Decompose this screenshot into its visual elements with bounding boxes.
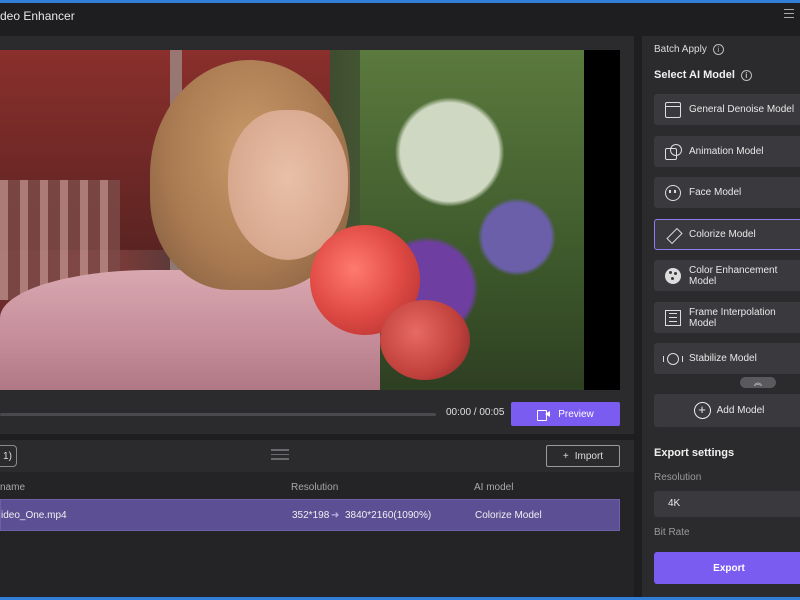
file-list-header: name Resolution AI model [0,478,634,498]
import-label: Import [574,450,604,462]
model-label: Animation Model [689,146,764,157]
model-label: Colorize Model [689,229,756,240]
drag-handle-icon[interactable] [271,449,289,463]
model-frame-interpolation[interactable]: Frame Interpolation Model [654,302,800,333]
add-model-label: Add Model [716,405,765,416]
batch-apply-label: Batch Apply [654,44,707,55]
file-count-button[interactable]: 1) [0,445,17,467]
model-label: Face Model [689,187,742,198]
select-ai-model-title: Select AI Model i [654,69,752,81]
row-ai-model: Colorize Model [475,510,542,521]
stabilize-icon [663,352,683,365]
video-frame [0,50,620,390]
plus-icon: + [562,450,569,462]
model-colorize[interactable]: Colorize Model [654,219,800,250]
model-stabilize[interactable]: Stabilize Model [654,343,800,374]
video-still-image [0,50,584,390]
plus-circle-icon: + [693,402,711,419]
model-label: Stabilize Model [689,353,757,364]
arrow-right-icon: ➜ [331,510,340,521]
column-header-ai-model: AI model [474,482,514,493]
preview-button[interactable]: Preview [511,402,620,426]
info-icon[interactable]: i [712,44,724,55]
shapes-icon [665,143,682,160]
model-label: Frame Interpolation Model [689,306,776,329]
model-color-enhancement[interactable]: Color Enhancement Model [654,260,800,291]
add-model-button[interactable]: + Add Model [654,394,800,427]
file-name: ideo_One.mp4 [1,510,67,521]
bit-rate-label: Bit Rate [654,527,690,538]
app-title: deo Enhancer [0,9,75,23]
timeline-slider[interactable] [0,413,436,416]
column-header-name: name [0,482,26,493]
brush-icon [665,227,681,243]
preview-label: Preview [558,408,594,420]
settings-sidebar: Batch Apply i Select AI Model i General … [642,36,800,598]
import-button[interactable]: + Import [546,445,620,467]
playback-controls: 00:00 / 00:05 Preview [0,402,634,426]
file-list-panel: 1) + Import name Resolution AI model ide… [0,440,634,598]
face-icon [665,184,681,201]
palette-icon [665,267,681,284]
export-settings-title: Export settings [654,447,735,459]
video-preview-panel: 00:00 / 00:05 Preview [0,36,634,434]
resolution-label: Resolution [654,472,702,483]
time-readout: 00:00 / 00:05 [446,407,505,418]
collapse-chevron-icon[interactable]: ︽ [740,377,776,388]
resolution-select[interactable]: 4K [654,491,800,517]
model-face[interactable]: Face Model [654,177,800,208]
info-icon[interactable]: i [740,69,752,81]
select-ai-model-label: Select AI Model [654,69,735,81]
menu-icon[interactable] [784,9,794,19]
target-resolution: 3840*2160(1090%) [345,510,432,521]
model-label: General Denoise Model [689,104,795,115]
column-header-resolution: Resolution [291,482,339,493]
batch-apply[interactable]: Batch Apply i [654,44,724,55]
frames-icon [665,309,681,326]
export-button[interactable]: Export [654,552,800,584]
source-resolution: 352*198 [292,510,330,521]
file-list-toolbar: 1) + Import [0,440,634,472]
clapperboard-icon [665,101,681,118]
model-animation[interactable]: Animation Model [654,136,800,167]
model-label: Color Enhancement Model [689,264,778,287]
model-general-denoise[interactable]: General Denoise Model [654,94,800,125]
table-row[interactable]: ideo_One.mp4 352*198 ➜ 3840*2160(1090%) … [0,499,620,531]
title-bar: deo Enhancer [0,3,800,31]
video-camera-icon [537,409,551,421]
